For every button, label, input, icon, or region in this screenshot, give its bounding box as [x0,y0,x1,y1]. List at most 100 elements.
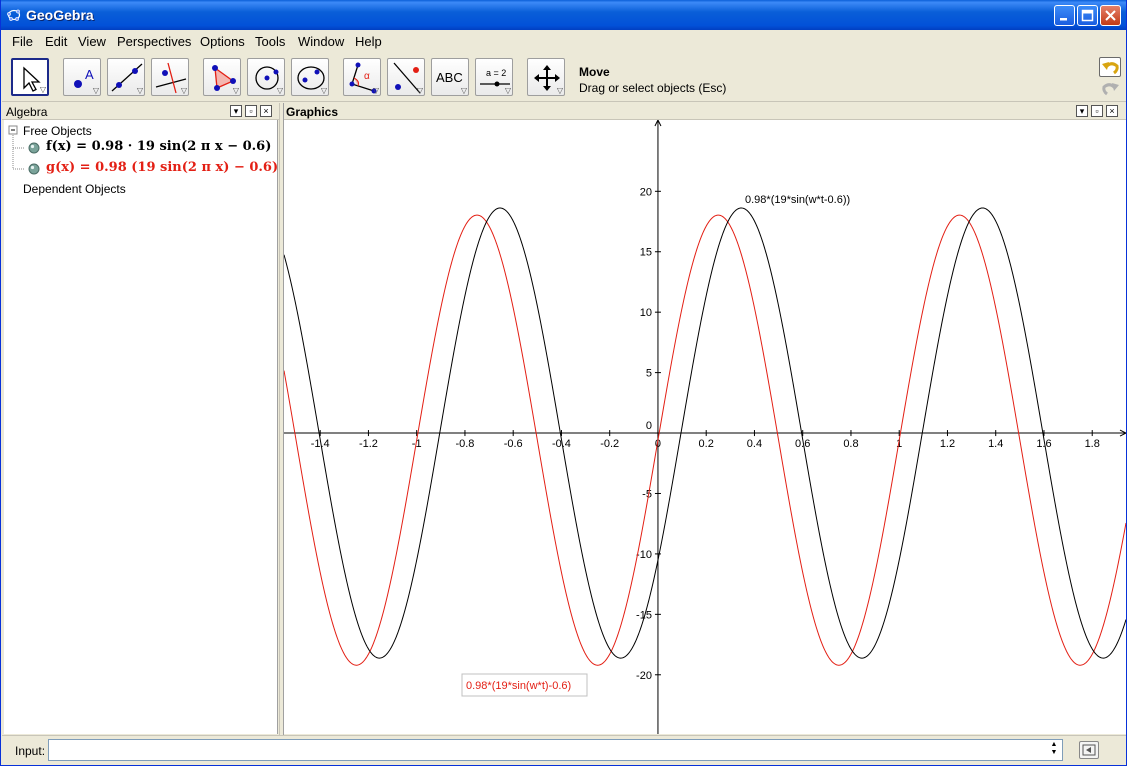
label-g[interactable]: 0.98*(19*sin(w*t)-0.6) [466,680,571,692]
maximize-icon [1081,9,1094,22]
line-tool-button[interactable]: ▽ [107,58,145,96]
y-tick-label: 10 [640,307,652,319]
menu-perspectives[interactable]: Perspectives [117,34,191,49]
input-history-spinner[interactable]: ▲ ▼ [1048,741,1060,759]
y-tick-label: -20 [636,670,652,682]
dropdown-triangle-icon: ▽ [504,86,511,95]
visibility-toggle-icon[interactable] [28,142,40,154]
algebra-view: Free Objects f(x) = 0.98 · 19 sin(2 π x … [4,120,278,734]
circle-tool-button[interactable]: ▽ [247,58,285,96]
input-label: Input: [15,744,46,758]
algebra-title: Algebra [6,105,48,119]
graphics-title: Graphics [286,105,339,119]
menu-options[interactable]: Options [200,34,245,49]
plot-canvas[interactable]: -1.4 -1.2 -1 -0.8 -0.6 -0.4 -0.2 0 0.2 0.4 0.6 0.8 1… [284,120,1126,734]
menu-file[interactable]: File [12,34,33,49]
x-tick-label: 1.8 [1085,438,1100,450]
close-panel-icon[interactable]: × [260,105,272,117]
panel-menu-icon[interactable]: ▾ [230,105,242,117]
x-tick-label: -1.2 [359,438,378,450]
minimize-button[interactable] [1054,5,1075,26]
undock-icon[interactable]: ▫ [1091,105,1103,117]
menu-view[interactable]: View [78,34,106,49]
input-field[interactable] [48,739,1063,761]
dropdown-triangle-icon: ▽ [460,86,467,95]
close-panel-icon[interactable]: × [1106,105,1118,117]
conic-tool-button[interactable]: ▽ [291,58,329,96]
toolbar: ▽ A ▽ ▽ ▽ ▽ ▽ ▽ α ▽ ▽ ABC ▽ a = 2 ▽ ▽ Mo… [2,52,1126,102]
visibility-toggle-icon[interactable] [28,163,40,175]
window-title: GeoGebra [26,7,94,23]
active-tool-title: Move [579,65,610,79]
maximize-button[interactable] [1077,5,1098,26]
input-bar: Input: ▲ ▼ [2,735,1126,765]
tree-lines [8,125,24,170]
point-tool-button[interactable]: A ▽ [63,58,101,96]
perpendicular-tool-button[interactable]: ▽ [151,58,189,96]
close-icon [1105,10,1116,21]
axes [284,120,1126,734]
dropdown-triangle-icon: ▽ [276,86,283,95]
reflect-tool-button[interactable]: ▽ [387,58,425,96]
polygon-tool-button[interactable]: ▽ [203,58,241,96]
menu-help[interactable]: Help [355,34,382,49]
dropdown-triangle-icon: ▽ [232,86,239,95]
close-button[interactable] [1100,5,1121,26]
text-tool-button[interactable]: ABC ▽ [431,58,469,96]
algebra-header: Algebra ▾ ▫ × [2,103,279,120]
move-view-tool-button[interactable]: ▽ [527,58,565,96]
x-tick-label: 1.4 [988,438,1003,450]
redo-icon [1102,83,1119,96]
x-tick-label: 1.2 [940,438,955,450]
panel-menu-icon[interactable]: ▾ [1076,105,1088,117]
text-glyph: ABC [436,70,463,85]
x-tick-label: -0.2 [600,438,619,450]
dropdown-triangle-icon: ▽ [92,86,99,95]
x-tick-label: -0.6 [504,438,523,450]
redo-button[interactable] [1099,79,1121,99]
dropdown-triangle-icon: ▽ [556,86,563,95]
y-tick-label: 15 [640,247,652,259]
x-tick-label: 0.4 [747,438,762,450]
undo-button[interactable] [1099,57,1121,77]
dropdown-triangle-icon: ▽ [372,86,379,95]
y-tick-label: 0 [646,420,652,432]
dropdown-triangle-icon: ▽ [39,85,46,94]
input-help-button[interactable] [1079,741,1099,759]
free-objects-label[interactable]: Free Objects [23,124,92,138]
point-glyph: A [85,67,94,82]
slider-tool-button[interactable]: a = 2 ▽ [475,58,513,96]
undo-icon [1102,62,1119,75]
geogebra-logo-icon [7,9,21,21]
slider-glyph: a = 2 [486,68,506,78]
dependent-objects-label[interactable]: Dependent Objects [23,182,126,196]
minimize-icon [1060,18,1067,21]
triangle-left-icon [1082,744,1096,756]
x-tick-label: 0.8 [843,438,858,450]
dropdown-triangle-icon: ▽ [416,86,423,95]
title-bar[interactable]: GeoGebra [1,0,1126,30]
dropdown-triangle-icon: ▽ [320,86,327,95]
dropdown-triangle-icon: ▽ [136,86,143,95]
menu-tools[interactable]: Tools [255,34,285,49]
y-tick-label: 5 [646,368,652,380]
graphics-view[interactable]: -1.4 -1.2 -1 -0.8 -0.6 -0.4 -0.2 0 0.2 0.4 0.6 0.8 1… [284,120,1126,734]
menu-edit[interactable]: Edit [45,34,67,49]
x-tick-label: -0.8 [455,438,474,450]
angle-tool-button[interactable]: α ▽ [343,58,381,96]
angle-glyph: α [364,71,370,82]
y-tick-label: 20 [640,186,652,198]
undock-icon[interactable]: ▫ [245,105,257,117]
object-f[interactable]: f(x) = 0.98 · 19 sin(2 π x − 0.6) [46,139,271,154]
y-tick-label: -5 [642,488,652,500]
ticks: -1.4 -1.2 -1 -0.8 -0.6 -0.4 -0.2 0 0.2 0.4 0.6 0.8 1… [311,186,1100,681]
graphics-header: Graphics ▾ ▫ × [284,103,1126,120]
x-tick-label: 0.2 [699,438,714,450]
move-tool-button[interactable]: ▽ [11,58,49,96]
object-g[interactable]: g(x) = 0.98 (19 sin(2 π x) − 0.6) [46,160,278,175]
active-tool-help: Drag or select objects (Esc) [579,81,727,95]
menu-window[interactable]: Window [298,34,344,49]
label-f[interactable]: 0.98*(19*sin(w*t-0.6)) [745,194,850,206]
app-window: GeoGebra File Edit View Perspectives Opt… [0,0,1127,766]
menu-bar: File Edit View Perspectives Options Tool… [2,30,1126,52]
